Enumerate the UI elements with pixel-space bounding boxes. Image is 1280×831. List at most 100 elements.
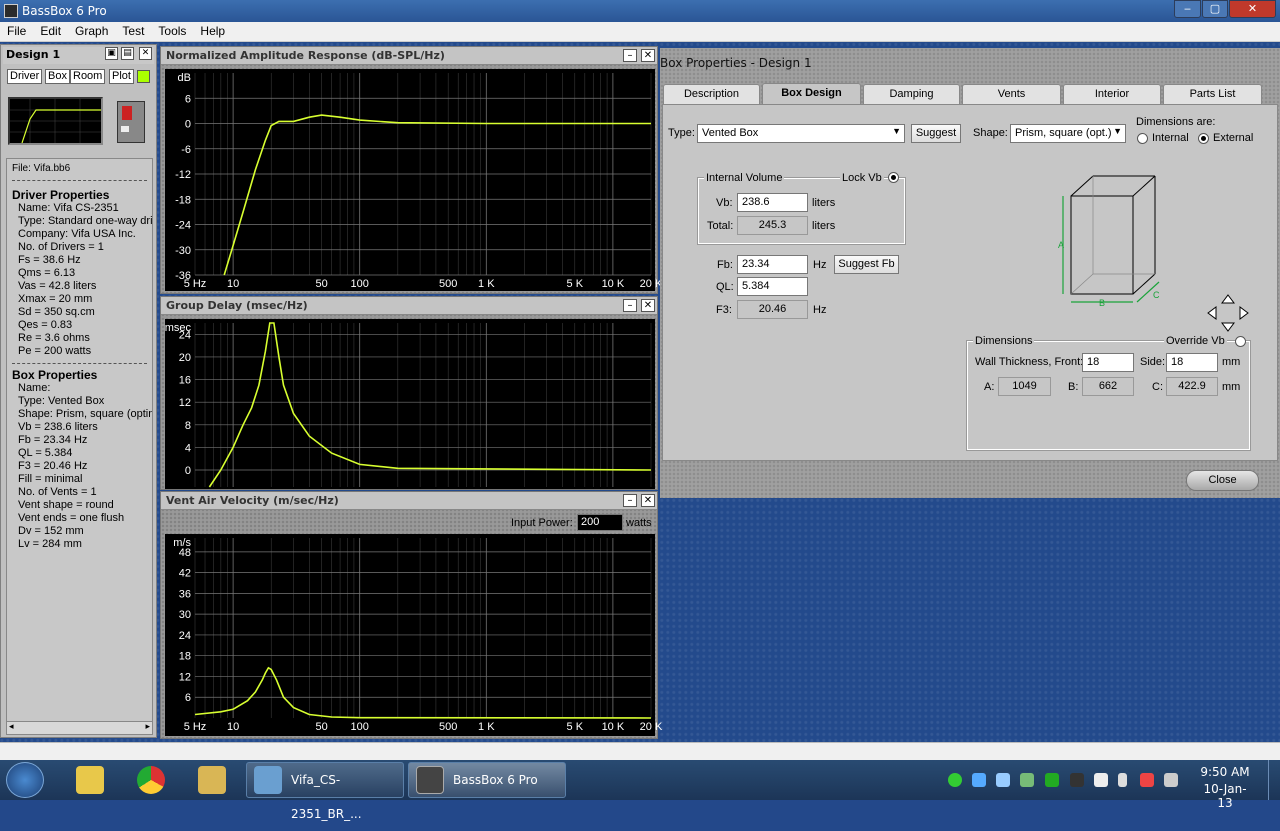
- close-window-button[interactable]: ✕: [1229, 0, 1276, 18]
- tray-sound-icon[interactable]: [1164, 773, 1178, 787]
- lock-vb-radio[interactable]: [888, 172, 899, 183]
- tray-shield-icon[interactable]: [1045, 773, 1059, 787]
- tab-interior[interactable]: Interior: [1063, 84, 1161, 104]
- minimize-icon[interactable]: –: [623, 49, 637, 62]
- speaker-icon[interactable]: [117, 101, 145, 143]
- box-item: Type: Vented Box: [18, 395, 105, 407]
- box-item: Fill = minimal: [18, 473, 83, 485]
- tray-clock-icon[interactable]: [1094, 773, 1108, 787]
- type-select[interactable]: Vented Box ▼: [697, 124, 905, 143]
- tray-network-icon[interactable]: [1070, 773, 1084, 787]
- minimize-icon[interactable]: –: [623, 494, 637, 507]
- shape-label: Shape:: [973, 127, 1008, 139]
- menu-test[interactable]: Test: [115, 22, 151, 38]
- side-label: Side:: [1140, 356, 1166, 368]
- minimize-icon[interactable]: –: [623, 299, 637, 312]
- menu-graph[interactable]: Graph: [68, 22, 115, 38]
- start-button[interactable]: [6, 762, 44, 798]
- box-diagram: A B C: [1058, 175, 1160, 308]
- plot-color-swatch[interactable]: [137, 70, 150, 83]
- ql-label: QL:: [716, 281, 734, 293]
- tray-globe-icon[interactable]: [972, 773, 986, 787]
- y-tick-label: 0: [185, 465, 191, 477]
- driver-item: Qms = 6.13: [18, 267, 76, 279]
- tab-parts-list[interactable]: Parts List: [1163, 84, 1262, 104]
- save-icon[interactable]: ▣: [105, 47, 118, 60]
- external-radio[interactable]: [1198, 133, 1209, 144]
- shape-select[interactable]: Prism, square (opt.) ▼: [1010, 124, 1126, 143]
- maximize-button[interactable]: ▢: [1202, 0, 1228, 18]
- close-icon[interactable]: ✕: [139, 47, 152, 60]
- taskbar-item-image-label: Vifa_CS-2351_BR_...: [291, 773, 362, 821]
- y-tick-label: 4: [185, 442, 191, 454]
- wall-front-field[interactable]: 18: [1082, 353, 1134, 372]
- file-name: File: Vifa.bb6: [12, 163, 71, 174]
- clock-time[interactable]: 9:50 AM: [1200, 765, 1250, 779]
- close-button[interactable]: Close: [1186, 470, 1259, 491]
- tab-box-design[interactable]: Box Design: [762, 83, 861, 105]
- menu-tools[interactable]: Tools: [151, 22, 193, 38]
- tray-flag-icon[interactable]: [1020, 773, 1034, 787]
- explorer-icon[interactable]: [198, 766, 226, 794]
- input-power-field[interactable]: 200: [577, 514, 623, 531]
- internal-radio[interactable]: [1137, 133, 1148, 144]
- chrome-icon[interactable]: [137, 766, 165, 794]
- minimize-button[interactable]: ‒: [1174, 0, 1201, 18]
- rotate-arrows-icon[interactable]: [1206, 293, 1250, 333]
- y-tick-label: 30: [179, 609, 191, 621]
- tab-damping[interactable]: Damping: [863, 84, 960, 104]
- close-icon[interactable]: ✕: [641, 299, 655, 312]
- amplitude-plot[interactable]: 60-6-12-18-24-30-36dB5 Hz 10 50 100 500 1 K5 …: [165, 69, 663, 291]
- x-tick-label: 1 K: [478, 278, 495, 290]
- tray-drop-icon[interactable]: [996, 773, 1010, 787]
- status-bar: [0, 742, 1280, 760]
- room-button[interactable]: Room: [70, 69, 106, 84]
- shape-value: Prism, square (opt.): [1015, 127, 1112, 139]
- vb-field[interactable]: 238.6: [737, 193, 808, 212]
- response-thumbnail[interactable]: [8, 97, 103, 145]
- driver-button[interactable]: Driver: [7, 69, 43, 84]
- type-label: Type:: [668, 127, 695, 139]
- dim-a-label: A:: [984, 381, 995, 393]
- x-tick-label: 5 Hz: [184, 278, 207, 290]
- clock-date[interactable]: 10-Jan-13: [1196, 782, 1254, 810]
- tray-green-icon[interactable]: [948, 773, 962, 787]
- tab-vents[interactable]: Vents: [962, 84, 1061, 104]
- x-tick-label: 10 K: [602, 721, 625, 733]
- dimensions-label: Dimensions: [973, 335, 1035, 347]
- velocity-graph-title: Vent Air Velocity (m/sec/Hz): [161, 492, 657, 510]
- close-icon[interactable]: ✕: [641, 49, 655, 62]
- window-title: BassBox 6 Pro: [22, 4, 107, 18]
- y-tick-label: 24: [179, 630, 191, 642]
- fb-field[interactable]: 23.34: [737, 255, 808, 274]
- y-tick-label: -18: [175, 194, 191, 206]
- box-button[interactable]: Box: [45, 69, 70, 84]
- tab-description[interactable]: Description: [663, 84, 760, 104]
- show-desktop-button[interactable]: [1268, 760, 1280, 800]
- dim-unit: mm: [1222, 381, 1241, 393]
- box-item: Vent shape = round: [18, 499, 114, 511]
- restore-icon[interactable]: ▤: [121, 47, 134, 60]
- close-icon[interactable]: ✕: [641, 494, 655, 507]
- wall-side-field[interactable]: 18: [1166, 353, 1218, 372]
- suggest-fb-button[interactable]: Suggest Fb: [834, 255, 899, 274]
- suggest-button[interactable]: Suggest: [911, 124, 961, 143]
- menu-file[interactable]: File: [0, 22, 33, 38]
- volume-muted-icon[interactable]: [1140, 773, 1154, 787]
- horizontal-scrollbar[interactable]: ◂ ▸: [6, 721, 153, 735]
- plot-button[interactable]: Plot: [109, 69, 134, 84]
- chevron-down-icon: ▼: [892, 126, 901, 136]
- delay-plot[interactable]: 24201612840msec: [165, 319, 655, 489]
- velocity-plot[interactable]: 484236302418126m/s5 Hz 10 50 100 500 1 K5 K 10…: [165, 534, 663, 736]
- battery-icon[interactable]: [1118, 773, 1127, 787]
- menu-bar: File Edit Graph Test Tools Help: [0, 22, 1280, 42]
- override-vb-radio[interactable]: [1235, 336, 1246, 347]
- y-tick-label: 6: [185, 692, 191, 704]
- y-unit-label: dB: [178, 72, 191, 84]
- ql-field[interactable]: 5.384: [737, 277, 808, 296]
- menu-edit[interactable]: Edit: [33, 22, 68, 38]
- x-tick-label: 100: [351, 278, 369, 290]
- folder-icon[interactable]: [76, 766, 104, 794]
- y-tick-label: 20: [179, 352, 191, 364]
- menu-help[interactable]: Help: [193, 22, 232, 38]
